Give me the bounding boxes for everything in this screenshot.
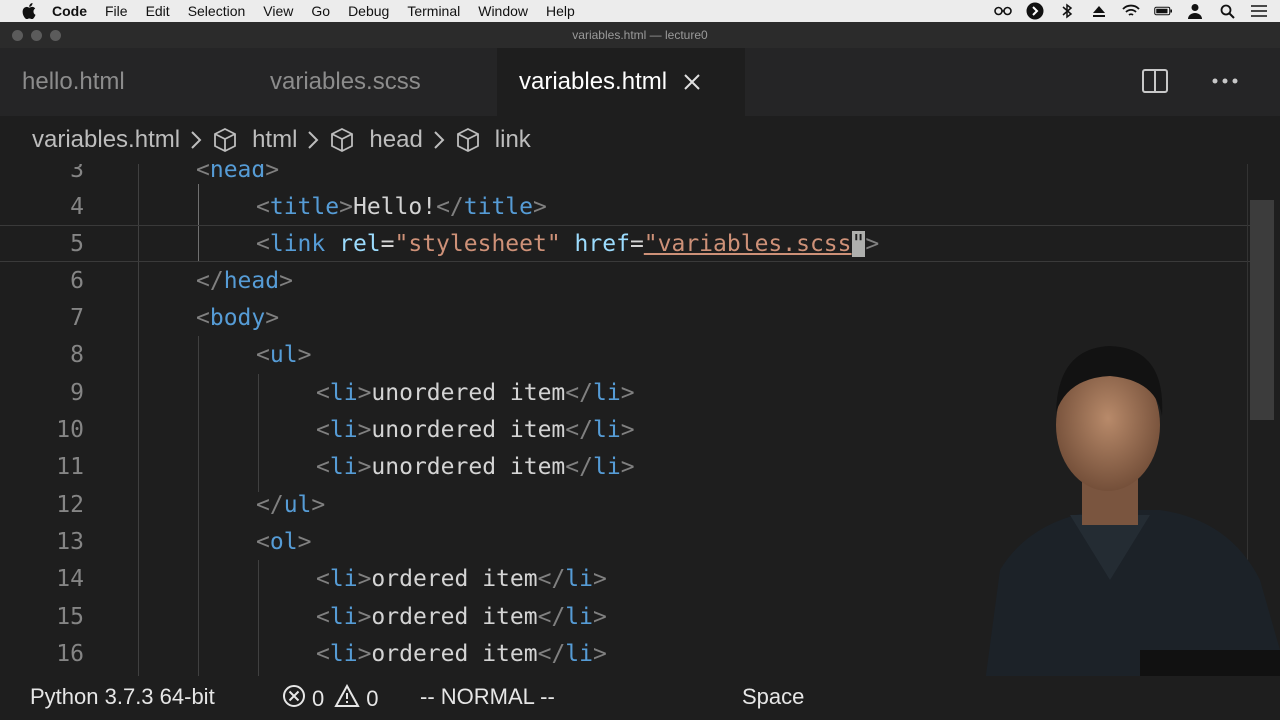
cube-icon: [455, 127, 481, 153]
menu-view[interactable]: View: [263, 3, 293, 19]
more-actions-icon[interactable]: [1210, 66, 1240, 96]
line-number: 8: [70, 341, 84, 368]
close-window-button[interactable]: [12, 30, 23, 41]
line-number: 3: [70, 164, 84, 183]
status-bar: Python 3.7.3 64-bit 0 0 -- NORMAL -- Spa…: [0, 676, 1280, 720]
breadcrumb-head[interactable]: head: [329, 126, 423, 154]
code-text: <li>ordered item</li>: [316, 565, 607, 592]
macos-menu-bar: Code File Edit Selection View Go Debug T…: [0, 0, 1280, 22]
eject-icon[interactable]: [1090, 2, 1108, 20]
menu-edit[interactable]: Edit: [146, 3, 170, 19]
window-title: variables.html — lecture0: [572, 28, 708, 42]
line-number: 4: [70, 193, 84, 220]
tab-label: variables.html: [519, 68, 668, 95]
record-icon[interactable]: [1026, 2, 1044, 20]
zoom-window-button[interactable]: [50, 30, 61, 41]
breadcrumb-label: link: [494, 126, 531, 153]
breadcrumb-label: html: [252, 126, 298, 153]
line-number: 10: [56, 416, 84, 443]
line-number: 7: [70, 304, 84, 331]
breadcrumb-file[interactable]: variables.html: [32, 126, 180, 154]
code-text: <li>ordered item</li>: [316, 640, 607, 667]
breadcrumb: variables.html html head link: [0, 116, 1280, 164]
code-line: 6 </head>: [0, 262, 1250, 299]
code-text: </ul>: [256, 491, 326, 518]
code-text: <li>unordered item</li>: [316, 416, 635, 443]
line-number: 15: [56, 603, 84, 630]
user-icon[interactable]: [1186, 2, 1204, 20]
menu-selection[interactable]: Selection: [188, 3, 246, 19]
bluetooth-icon[interactable]: [1058, 2, 1076, 20]
tab-actions: [1140, 66, 1240, 96]
menu-file[interactable]: File: [105, 3, 128, 19]
line-number: 6: [70, 267, 84, 294]
menu-terminal[interactable]: Terminal: [407, 3, 460, 19]
breadcrumb-html[interactable]: html: [212, 126, 297, 154]
indentation-status[interactable]: Space: [742, 684, 804, 710]
breadcrumb-label: head: [369, 126, 423, 153]
apple-icon[interactable]: [20, 2, 38, 20]
code-text: <head>: [196, 164, 280, 183]
chevron-right-icon: [433, 130, 445, 150]
breadcrumb-link[interactable]: link: [455, 126, 531, 154]
tab-hello-html[interactable]: hello.html: [0, 48, 248, 116]
menu-app-name[interactable]: Code: [52, 3, 87, 19]
editor-tab-bar: hello.html variables.scss variables.html: [0, 48, 1280, 116]
error-count: 0: [312, 686, 325, 711]
code-text: </head>: [196, 267, 293, 294]
code-text: <li>ordered item</li>: [316, 603, 607, 630]
tab-label: hello.html: [22, 68, 125, 95]
menu-bar-tray: [994, 2, 1268, 20]
menu-debug[interactable]: Debug: [348, 3, 389, 19]
python-version-label: Python 3.7.3 64-bit: [30, 684, 215, 709]
line-number: 13: [56, 528, 84, 555]
window-title-bar: variables.html — lecture0: [0, 22, 1280, 48]
menu-window[interactable]: Window: [478, 3, 528, 19]
menu-go[interactable]: Go: [311, 3, 330, 19]
cube-icon: [329, 127, 355, 153]
cube-icon: [212, 127, 238, 153]
minimize-window-button[interactable]: [31, 30, 42, 41]
code-text: <title>Hello!</title>: [256, 193, 547, 220]
text-cursor: ": [851, 230, 866, 257]
chevron-right-icon: [190, 130, 202, 150]
indentation-label: Space: [742, 684, 805, 709]
list-icon[interactable]: [1250, 2, 1268, 20]
error-icon: [282, 684, 312, 714]
code-line: 3 <head>: [0, 164, 1250, 188]
wifi-icon[interactable]: [1122, 2, 1140, 20]
code-text: <body>: [196, 304, 280, 331]
code-text: <li>unordered item</li>: [316, 453, 635, 480]
tab-variables-html[interactable]: variables.html: [497, 48, 745, 116]
split-editor-icon[interactable]: [1140, 66, 1170, 96]
line-number: 12: [56, 491, 84, 518]
code-line: 4 <title>Hello!</title>: [0, 188, 1250, 225]
close-tab-icon[interactable]: [681, 71, 703, 93]
code-text: <li>unordered item</li>: [316, 379, 635, 406]
code-text: <link rel="stylesheet" href="variables.s…: [256, 230, 880, 257]
code-line-current: 5 <link rel="stylesheet" href="variables…: [0, 225, 1250, 262]
menu-help[interactable]: Help: [546, 3, 575, 19]
code-text: <ol>: [256, 528, 312, 555]
battery-icon[interactable]: [1154, 2, 1172, 20]
warning-count: 0: [366, 686, 379, 711]
line-number: 9: [70, 379, 84, 406]
chevron-right-icon: [307, 130, 319, 150]
problems-status[interactable]: 0 0: [282, 683, 379, 714]
presenter-video-overlay: [960, 320, 1280, 720]
search-icon[interactable]: [1218, 2, 1236, 20]
line-number: 11: [56, 453, 84, 480]
vim-mode-status: -- NORMAL --: [420, 684, 555, 710]
code-text: <ul>: [256, 341, 312, 368]
python-interpreter-status[interactable]: Python 3.7.3 64-bit: [30, 684, 215, 710]
line-number: 16: [56, 640, 84, 667]
warning-icon: [334, 683, 366, 714]
tab-variables-scss[interactable]: variables.scss: [248, 48, 496, 116]
window-controls: [12, 30, 61, 41]
glasses-icon[interactable]: [994, 2, 1012, 20]
vim-mode-label: -- NORMAL --: [420, 684, 555, 709]
line-number: 5: [70, 230, 84, 257]
tab-label: variables.scss: [270, 68, 421, 95]
line-number: 14: [56, 565, 84, 592]
